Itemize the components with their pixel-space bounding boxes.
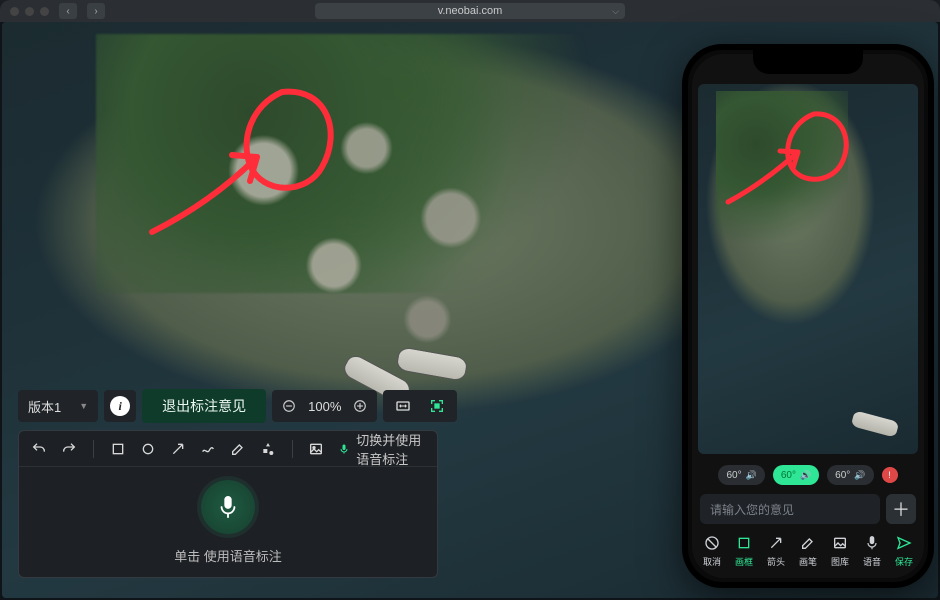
phone-image-content[interactable] [698,84,918,454]
zoom-control: 100% [272,390,377,422]
nav-forward-button[interactable]: › [87,3,105,19]
chip-label: 60° [726,470,741,481]
exit-annotation-button[interactable]: 退出标注意见 [142,389,266,423]
comment-placeholder: 请输入您的意见 [710,501,794,518]
zoom-in-button[interactable] [353,399,367,413]
review-toolbar: 版本1 ▼ i 退出标注意见 100% [18,389,457,423]
nav-back-button[interactable]: ‹ [59,3,77,19]
url-text: v.neobai.com [438,5,503,17]
window-controls [10,7,49,16]
chip-label: 60° [781,470,796,481]
phone-tool-row: 取消 画框 箭头 画笔 图库 语音 [692,528,924,578]
fullscreen-button[interactable] [425,394,449,418]
voice-toggle-label: 切换并使用语音标注 [356,430,425,468]
arrow-icon [767,534,785,552]
window-close-dot[interactable] [10,7,19,16]
chevron-down-icon: ▼ [79,401,88,411]
separator [93,440,94,458]
angle-chip[interactable]: 60° 🔊 [718,465,764,485]
arrow-tool[interactable] [170,440,186,458]
tool-label: 取消 [703,555,721,568]
browser-titlebar: ‹ › v.neobai.com ⌵ [0,0,940,22]
tool-label: 图库 [831,555,849,568]
annotation-body: 单击 使用语音标注 [19,467,437,577]
sound-icon: 🔊 [746,470,757,481]
info-icon: i [110,396,130,416]
voice-record-button[interactable] [201,480,255,534]
annotation-toolrow: 切换并使用语音标注 [19,431,437,467]
angle-chip[interactable]: 60° 🔊 [827,465,873,485]
phone-tool-gallery[interactable]: 图库 [825,534,855,568]
window-zoom-dot[interactable] [40,7,49,16]
mic-icon [863,534,881,552]
phone-tool-save[interactable]: 保存 [889,534,919,568]
window-minimize-dot[interactable] [25,7,34,16]
phone-tool-brush[interactable]: 画笔 [793,534,823,568]
tool-label: 保存 [895,555,913,568]
crop-tool[interactable] [110,440,126,458]
phone-tool-crop[interactable]: 画框 [729,534,759,568]
zoom-value: 100% [308,399,341,414]
redo-button[interactable] [61,440,77,458]
sound-icon: 🔊 [800,470,811,481]
tool-label: 箭头 [767,555,785,568]
annotation-panel: 切换并使用语音标注 单击 使用语音标注 [18,430,438,578]
zoom-out-button[interactable] [282,399,296,413]
shapes-tool[interactable] [260,440,276,458]
gallery-icon [831,534,849,552]
phone-tool-cancel[interactable]: 取消 [697,534,727,568]
mic-icon [338,442,350,456]
fit-width-button[interactable] [391,394,415,418]
phone-chip-bar: 60° 🔊 60° 🔊 60° 🔊 ! [692,460,924,490]
boat-shape [851,410,900,437]
crop-icon [735,534,753,552]
version-dropdown[interactable]: 版本1 ▼ [18,390,98,422]
chip-label: 60° [835,470,850,481]
tool-label: 画笔 [799,555,817,568]
freehand-tool[interactable] [200,440,216,458]
view-controls [383,390,457,422]
exit-annotation-label: 退出标注意见 [162,396,246,416]
phone-input-row: 请输入您的意见 ＋ [692,490,924,528]
send-icon [895,534,913,552]
brush-icon [799,534,817,552]
info-button[interactable]: i [104,390,136,422]
voice-toggle[interactable]: 切换并使用语音标注 [338,430,425,468]
angle-chip-active[interactable]: 60° 🔊 [773,465,819,485]
cancel-icon [703,534,721,552]
phone-tool-arrow[interactable]: 箭头 [761,534,791,568]
circle-tool[interactable] [140,440,156,458]
alert-badge[interactable]: ! [882,467,898,483]
undo-button[interactable] [31,440,47,458]
freehand-annotation [716,104,866,214]
phone-screen: 60° 🔊 60° 🔊 60° 🔊 ! 请输入您的意见 ＋ 取消 画框 [692,54,924,578]
brush-tool[interactable] [230,440,246,458]
image-tool[interactable] [308,440,324,458]
voice-hint: 单击 使用语音标注 [174,546,282,565]
phone-mockup: 60° 🔊 60° 🔊 60° 🔊 ! 请输入您的意见 ＋ 取消 画框 [682,44,934,588]
version-label: 版本1 [28,397,61,416]
boat-shape [395,346,468,382]
tool-label: 画框 [735,555,753,568]
add-button[interactable]: ＋ [886,494,916,524]
separator [292,440,293,458]
url-bar[interactable]: v.neobai.com ⌵ [315,3,625,19]
tool-label: 语音 [863,555,881,568]
comment-input[interactable]: 请输入您的意见 [700,494,880,524]
sound-icon: 🔊 [854,470,865,481]
phone-tool-voice[interactable]: 语音 [857,534,887,568]
url-dropdown-icon: ⌵ [612,6,619,17]
